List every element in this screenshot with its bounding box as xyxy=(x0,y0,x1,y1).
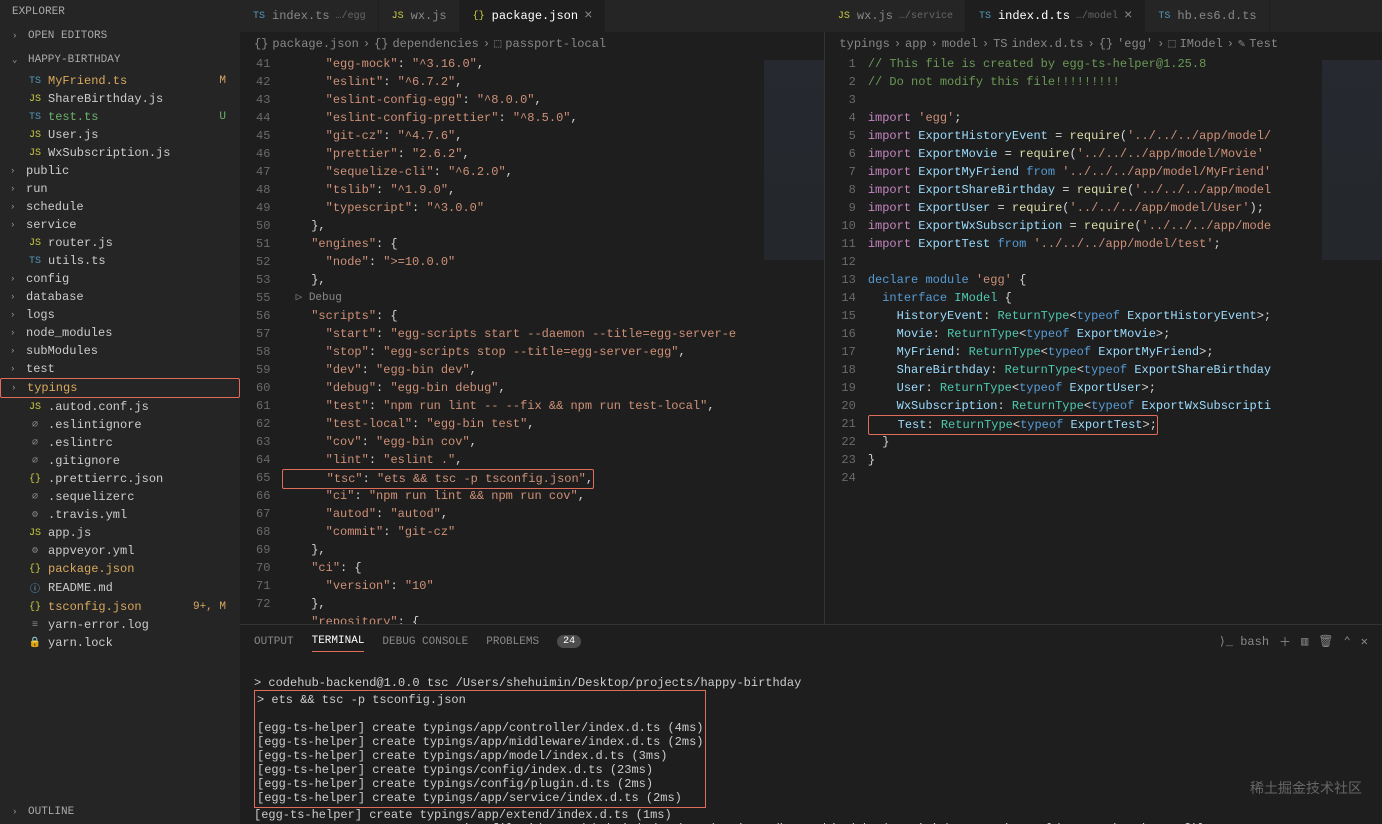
tree-item[interactable]: TStest.tsU xyxy=(0,108,240,126)
new-terminal-icon[interactable]: ＋ xyxy=(1279,633,1291,650)
close-icon[interactable]: × xyxy=(1124,8,1132,24)
tree-item[interactable]: ›logs xyxy=(0,306,240,324)
tab-row-right: JSwx.js…/serviceTSindex.d.ts…/model×TShb… xyxy=(825,0,1382,32)
close-icon[interactable]: × xyxy=(584,8,592,24)
tree-item[interactable]: ›public xyxy=(0,162,240,180)
editor-pane-right: typings › app › model › TS index.d.ts › … xyxy=(824,32,1382,624)
terminal-body[interactable]: > codehub-backend@1.0.0 tsc /Users/shehu… xyxy=(240,658,1382,824)
terminal-tabs: OUTPUT TERMINAL DEBUG CONSOLE PROBLEMS 24 ⟩_… xyxy=(240,625,1382,658)
problems-count: 24 xyxy=(557,635,581,648)
tree-item[interactable]: ⓘREADME.md xyxy=(0,578,240,598)
tree-item[interactable]: ›run xyxy=(0,180,240,198)
tree-item[interactable]: JSapp.js xyxy=(0,524,240,542)
outline-header[interactable]: ›OUTLINE xyxy=(0,800,240,824)
tree-item[interactable]: JSUser.js xyxy=(0,126,240,144)
close-icon[interactable]: ✕ xyxy=(1361,634,1368,649)
gutter-right: 123456789101112131415161718192021222324 xyxy=(825,55,867,624)
tab-row-left: TSindex.ts…/eggJSwx.js{}package.json× xyxy=(240,0,825,32)
tree-item[interactable]: ›typings xyxy=(0,378,240,398)
file-tree[interactable]: TSMyFriend.tsMJSShareBirthday.jsTStest.t… xyxy=(0,72,240,800)
tree-item[interactable]: {}package.json xyxy=(0,560,240,578)
tree-item[interactable]: JSShareBirthday.js xyxy=(0,90,240,108)
editor-tab[interactable]: TSindex.ts…/egg xyxy=(240,0,379,32)
tree-item[interactable]: ›service xyxy=(0,216,240,234)
code-right[interactable]: // This file is created by egg-ts-helper… xyxy=(868,55,1382,624)
tree-item[interactable]: ≡yarn-error.log xyxy=(0,616,240,634)
chevron-up-icon[interactable]: ⌃ xyxy=(1344,634,1351,649)
project-header[interactable]: ⌄HAPPY-BIRTHDAY xyxy=(0,48,240,72)
open-editors-header[interactable]: ›OPEN EDITORS xyxy=(0,24,240,48)
terminal-tab[interactable]: DEBUG CONSOLE xyxy=(382,632,468,652)
tree-item[interactable]: TSMyFriend.tsM xyxy=(0,72,240,90)
tree-item[interactable]: ›config xyxy=(0,270,240,288)
terminal-tab[interactable]: OUTPUT xyxy=(254,632,294,652)
tree-item[interactable]: ⌀.sequelizerc xyxy=(0,488,240,506)
tree-item[interactable]: ⌀.eslintrc xyxy=(0,434,240,452)
tree-item[interactable]: ›schedule xyxy=(0,198,240,216)
tree-item[interactable]: JSWxSubscription.js xyxy=(0,144,240,162)
watermark: 稀土掘金技术社区 xyxy=(1250,778,1362,798)
tree-item[interactable]: ›node_modules xyxy=(0,324,240,342)
tree-item[interactable]: TSutils.ts xyxy=(0,252,240,270)
tree-item[interactable]: ›database xyxy=(0,288,240,306)
terminal-tab[interactable]: TERMINAL xyxy=(312,631,365,652)
tree-item[interactable]: {}tsconfig.json9+, M xyxy=(0,598,240,616)
tree-item[interactable]: ⚙appveyor.yml xyxy=(0,542,240,560)
tree-item[interactable]: ›subModules xyxy=(0,342,240,360)
editor-tab[interactable]: TShb.es6.d.ts xyxy=(1145,0,1269,32)
tree-item[interactable]: {}.prettierrc.json xyxy=(0,470,240,488)
sidebar: EXPLORER ›OPEN EDITORS ⌄HAPPY-BIRTHDAY T… xyxy=(0,0,240,824)
tree-item[interactable]: JSrouter.js xyxy=(0,234,240,252)
breadcrumb-right[interactable]: typings › app › model › TS index.d.ts › … xyxy=(825,32,1382,55)
tree-item[interactable]: ⌀.eslintignore xyxy=(0,416,240,434)
editor-tab[interactable]: {}package.json× xyxy=(460,0,606,32)
code-left[interactable]: "egg-mock": "^3.16.0", "eslint": "^6.7.2… xyxy=(282,55,824,624)
editor-pane-left: {} package.json › {} dependencies › ⬚ pa… xyxy=(240,32,824,624)
editor-area: TSindex.ts…/eggJSwx.js{}package.json× JS… xyxy=(240,0,1382,824)
minimap-left[interactable] xyxy=(764,60,824,260)
gutter-left: 41424344454647484950515253 5556575859606… xyxy=(240,55,282,624)
tree-item[interactable]: JS.autod.conf.js xyxy=(0,398,240,416)
editor-tab[interactable]: JSwx.js xyxy=(379,0,460,32)
terminal-panel: OUTPUT TERMINAL DEBUG CONSOLE PROBLEMS 24 ⟩_… xyxy=(240,624,1382,824)
minimap-right[interactable] xyxy=(1322,60,1382,260)
trash-icon[interactable]: 🗑 xyxy=(1318,634,1333,649)
editor-tab[interactable]: JSwx.js…/service xyxy=(825,0,966,32)
shell-selector[interactable]: ⟩_ bash xyxy=(1219,634,1269,649)
explorer-header[interactable]: EXPLORER xyxy=(0,0,240,24)
split-terminal-icon[interactable]: ▥ xyxy=(1301,634,1308,649)
tree-item[interactable]: 🔒yarn.lock xyxy=(0,634,240,652)
tree-item[interactable]: ⚙.travis.yml xyxy=(0,506,240,524)
terminal-actions: ⟩_ bash ＋ ▥ 🗑 ⌃ ✕ xyxy=(1219,633,1368,650)
terminal-tab[interactable]: PROBLEMS xyxy=(486,632,539,652)
terminal-highlight-box: > ets && tsc -p tsconfig.json [egg-ts-he… xyxy=(254,690,706,808)
tree-item[interactable]: ⌀.gitignore xyxy=(0,452,240,470)
breadcrumb-left[interactable]: {} package.json › {} dependencies › ⬚ pa… xyxy=(240,32,824,55)
editor-tab[interactable]: TSindex.d.ts…/model× xyxy=(966,0,1145,32)
tree-item[interactable]: ›test xyxy=(0,360,240,378)
